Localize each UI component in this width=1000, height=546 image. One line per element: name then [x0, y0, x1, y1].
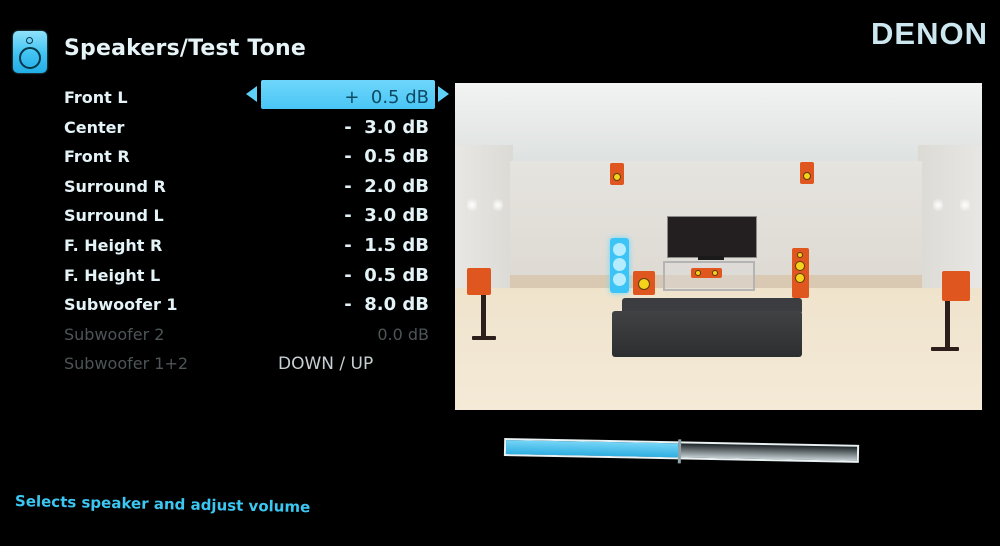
- speaker-cone: [803, 172, 811, 180]
- speaker-cone: [797, 252, 803, 258]
- channel-level: - 8.0 dB: [344, 294, 429, 316]
- speaker-cone: [613, 173, 621, 181]
- level-meter-center-mark: [677, 439, 682, 464]
- channel-row-subwoofer-1[interactable]: Subwoofer 1 - 8.0 dB: [64, 290, 454, 320]
- arrow-left-icon[interactable]: [246, 86, 257, 102]
- page-title: Speakers/Test Tone: [64, 36, 306, 61]
- channel-label: Subwoofer 1: [64, 295, 178, 315]
- channel-level: - 3.0 dB: [344, 116, 429, 138]
- speaker-stand-base: [931, 347, 959, 351]
- channel-level: DOWN / UP: [278, 354, 374, 375]
- speaker-surround-r: [942, 271, 970, 301]
- tv-stand: [698, 256, 724, 260]
- speaker-front-l-highlighted: [610, 238, 629, 293]
- channel-row-subwoofer-1-2: Subwoofer 1+2 DOWN / UP: [64, 349, 454, 379]
- channel-level: - 0.5 dB: [344, 146, 429, 168]
- speaker-cone: [695, 270, 701, 276]
- wall-light-icon: [467, 198, 477, 212]
- speaker-cone: [613, 258, 626, 271]
- channel-row-front-r[interactable]: Front R - 0.5 dB: [64, 142, 454, 172]
- speaker-cone: [638, 278, 650, 290]
- speaker-front-r: [792, 248, 809, 298]
- channel-row-f-height-r[interactable]: F. Height R - 1.5 dB: [64, 231, 454, 261]
- tv-icon: [667, 216, 757, 258]
- channel-label: Front R: [64, 147, 130, 167]
- channel-row-surround-l[interactable]: Surround L - 3.0 dB: [64, 201, 454, 231]
- arrow-right-icon[interactable]: [438, 86, 449, 102]
- channel-row-center[interactable]: Center - 3.0 dB: [64, 113, 454, 143]
- speaker-cone: [795, 273, 805, 283]
- speaker-cone: [613, 273, 626, 286]
- speaker-layout-illustration: [455, 83, 982, 410]
- brand-logo: DENON: [871, 16, 988, 51]
- wall-light-icon: [933, 198, 943, 212]
- channel-row-subwoofer-2: Subwoofer 2 0.0 dB: [64, 320, 454, 350]
- speaker-f-height-l: [610, 163, 624, 185]
- channel-level: + 0.5 dB: [344, 87, 429, 108]
- channel-row-front-l[interactable]: Front L + 0.5 dB: [64, 80, 454, 113]
- channel-label: Surround L: [64, 206, 164, 226]
- channel-label: Subwoofer 2: [64, 324, 165, 344]
- speaker-stand: [945, 301, 950, 349]
- speaker-subwoofer: [633, 271, 655, 295]
- channel-label: Subwoofer 1+2: [64, 354, 189, 374]
- speaker-f-height-r: [800, 162, 814, 184]
- channel-row-f-height-l[interactable]: F. Height L - 0.5 dB: [64, 261, 454, 291]
- speaker-center: [691, 268, 722, 278]
- channel-level: - 1.5 dB: [344, 234, 429, 256]
- level-meter-bar: [503, 436, 861, 471]
- channel-label: Surround R: [64, 176, 166, 196]
- sofa-icon: [612, 311, 802, 357]
- channel-label: F. Height R: [64, 235, 163, 255]
- ceiling: [455, 83, 982, 163]
- speaker-stand-base: [472, 336, 496, 340]
- channel-level-list: Front L + 0.5 dB Center - 3.0 dB Front R…: [64, 80, 454, 379]
- speaker-surround-l: [467, 268, 491, 295]
- speaker-stand: [481, 295, 486, 337]
- channel-row-surround-r[interactable]: Surround R - 2.0 dB: [64, 172, 454, 202]
- help-text: Selects speaker and adjust volume: [14, 492, 311, 517]
- channel-level: 0.0 dB: [377, 324, 429, 344]
- channel-label: Front L: [64, 88, 128, 107]
- speaker-cone: [613, 243, 626, 256]
- channel-level: - 3.0 dB: [344, 205, 429, 227]
- wall-light-icon: [960, 198, 970, 212]
- channel-level: - 2.0 dB: [344, 175, 429, 197]
- channel-label: F. Height L: [64, 265, 161, 285]
- speaker-cone: [795, 261, 805, 271]
- wall-light-icon: [493, 198, 503, 212]
- woofer-shape: [19, 47, 41, 69]
- speaker-icon: [13, 31, 47, 73]
- tweeter-shape: [26, 37, 33, 44]
- channel-level: - 0.5 dB: [344, 264, 429, 286]
- speaker-cone: [712, 270, 718, 276]
- channel-label: Center: [64, 117, 125, 137]
